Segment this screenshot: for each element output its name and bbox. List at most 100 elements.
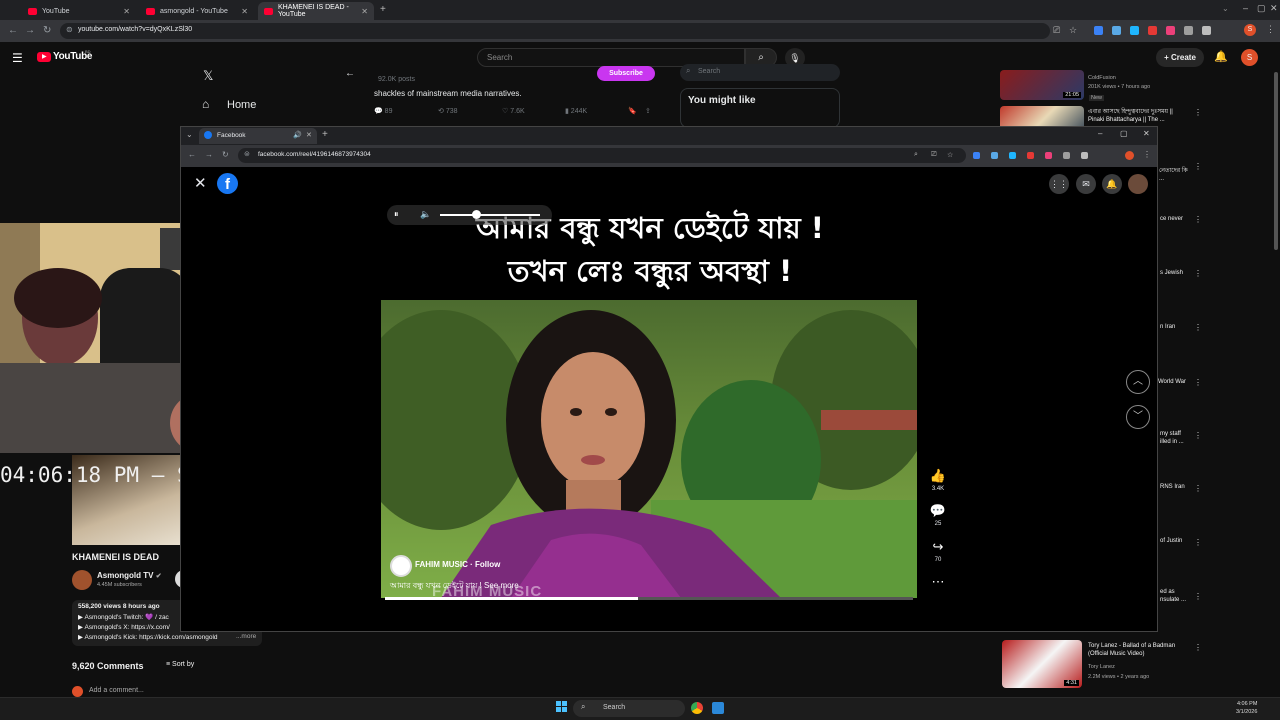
bookmark-star-icon[interactable]: ☆: [947, 151, 953, 159]
minimize-button[interactable]: –: [1098, 129, 1102, 138]
page-scrollbar[interactable]: [1274, 72, 1278, 250]
home-icon[interactable]: ⌂: [202, 97, 209, 111]
extension-icon[interactable]: [991, 152, 998, 159]
back-icon[interactable]: ←: [8, 25, 18, 36]
volume-slider-knob[interactable]: [472, 210, 481, 219]
profile-avatar[interactable]: S: [1244, 24, 1256, 36]
next-reel-icon[interactable]: ﹀: [1126, 405, 1150, 429]
browser-tab[interactable]: asmongold - YouTube ✕: [140, 2, 254, 20]
comment-icon[interactable]: 💬: [928, 503, 948, 519]
notifications-bell-icon[interactable]: 🔔: [1214, 50, 1228, 63]
video-thumbnail[interactable]: 4:31: [1002, 640, 1082, 688]
repost-count[interactable]: ⟲ 738: [438, 107, 458, 115]
zoom-icon[interactable]: ⌕: [914, 151, 918, 159]
taskbar-clock[interactable]: 4:06 PM 3/1/2026: [1236, 700, 1257, 716]
video-title[interactable]: ed as nsulate ...: [1160, 588, 1190, 604]
windows-start-icon[interactable]: [556, 701, 568, 713]
previous-reel-icon[interactable]: ︿: [1126, 370, 1150, 394]
profile-avatar[interactable]: [1125, 151, 1134, 160]
video-title[interactable]: n Iran: [1160, 323, 1175, 331]
reload-icon[interactable]: ↻: [222, 150, 229, 159]
forward-icon[interactable]: →: [205, 150, 213, 159]
more-options-icon[interactable]: ⋮: [1194, 215, 1202, 224]
create-button[interactable]: + Create: [1156, 48, 1204, 67]
maximize-button[interactable]: ▢: [1257, 3, 1266, 14]
cast-icon[interactable]: ⎚: [1053, 25, 1060, 36]
tab-search-icon[interactable]: ⌄: [186, 130, 193, 139]
bookmark-star-icon[interactable]: ☆: [1069, 25, 1077, 36]
extension-icon[interactable]: [1009, 152, 1016, 159]
back-icon[interactable]: ←: [188, 150, 196, 159]
subscribe-button[interactable]: Subscribe: [597, 66, 655, 81]
view-count[interactable]: ▮ 244K: [565, 107, 587, 115]
browser-tab[interactable]: YouTube ✕: [22, 2, 136, 20]
browser-menu-icon[interactable]: ⋮: [1266, 24, 1275, 35]
extension-icon[interactable]: [1112, 26, 1121, 35]
minimize-button[interactable]: –: [1243, 3, 1248, 13]
taskbar-search[interactable]: Search: [573, 700, 685, 717]
video-thumbnail[interactable]: 21:05: [1000, 70, 1084, 100]
video-title[interactable]: of Justin: [1160, 537, 1182, 545]
new-tab-button[interactable]: +: [322, 129, 328, 140]
fb-address-bar[interactable]: ⊜ facebook.com/reel/4196146873974304: [238, 148, 966, 163]
video-title[interactable]: RNS Iran: [1160, 483, 1185, 491]
menu-grid-icon[interactable]: ⋮⋮: [1049, 174, 1069, 194]
channel-avatar[interactable]: [72, 570, 92, 590]
forward-icon[interactable]: →: [25, 25, 35, 36]
pause-icon[interactable]: ⏸: [394, 209, 399, 220]
browser-tab-active[interactable]: KHAMENEI IS DEAD - YouTube ✕: [258, 2, 374, 20]
close-tab-icon[interactable]: ✕: [123, 7, 130, 16]
account-avatar[interactable]: S: [1241, 49, 1258, 66]
extension-icon[interactable]: [1094, 26, 1103, 35]
close-window-button[interactable]: ✕: [1270, 3, 1278, 14]
browser-menu-icon[interactable]: ⋮: [1143, 150, 1151, 159]
more-options-icon[interactable]: ⋮: [1194, 378, 1202, 387]
chrome-icon[interactable]: [691, 702, 703, 714]
channel-name[interactable]: Tory Lanez: [1088, 664, 1115, 670]
site-info-icon[interactable]: ⊜: [244, 150, 250, 158]
video-title[interactable]: Tory Lanez - Ballad of a Badman (Officia…: [1088, 642, 1192, 658]
site-info-icon[interactable]: ⊜: [66, 25, 73, 34]
video-title[interactable]: s Jewish: [1160, 269, 1183, 277]
more-options-icon[interactable]: ⋯: [928, 574, 948, 590]
tab-search-icon[interactable]: ⌄: [1222, 4, 1229, 13]
more-options-icon[interactable]: ⋮: [1194, 269, 1202, 278]
extension-icon[interactable]: [1166, 26, 1175, 35]
tab-audio-icon[interactable]: 🔊: [293, 131, 302, 139]
close-window-button[interactable]: ✕: [1143, 129, 1150, 138]
x-logo-icon[interactable]: 𝕏: [203, 68, 213, 84]
photos-app-icon[interactable]: [712, 702, 724, 714]
like-count[interactable]: ♡ 7.6K: [502, 107, 525, 115]
messenger-icon[interactable]: ✉: [1076, 174, 1096, 194]
fb-profile-avatar[interactable]: [1128, 174, 1148, 194]
facebook-logo-icon[interactable]: f: [217, 173, 238, 194]
more-options-icon[interactable]: ⋮: [1194, 431, 1202, 440]
author-avatar[interactable]: [390, 555, 412, 577]
share-icon[interactable]: ⇪: [645, 107, 651, 115]
follow-button[interactable]: Follow: [475, 560, 500, 569]
video-title[interactable]: ce never: [1160, 215, 1183, 223]
extension-icon[interactable]: [1148, 26, 1157, 35]
more-options-icon[interactable]: ⋮: [1194, 162, 1202, 171]
extension-icon[interactable]: [1027, 152, 1034, 159]
more-options-icon[interactable]: ⋮: [1194, 643, 1202, 652]
volume-slider[interactable]: [440, 214, 540, 216]
youtube-logo-icon[interactable]: ▶: [37, 52, 51, 62]
more-options-icon[interactable]: ⋮: [1194, 538, 1202, 547]
video-title[interactable]: নেতাদের কি ...: [1159, 167, 1191, 183]
channel-name[interactable]: Asmongold TV ✔: [97, 571, 162, 580]
close-tab-icon[interactable]: ✕: [361, 7, 368, 16]
extension-icon[interactable]: [1184, 26, 1193, 35]
x-search-input[interactable]: Search: [680, 64, 840, 81]
back-arrow-icon[interactable]: ←: [345, 68, 355, 79]
bookmark-icon[interactable]: 🔖: [628, 107, 637, 115]
extension-icon[interactable]: [1045, 152, 1052, 159]
new-tab-button[interactable]: +: [380, 4, 386, 15]
reel-author[interactable]: FAHIM MUSIC · Follow: [415, 560, 500, 569]
reel-video[interactable]: [381, 300, 917, 598]
extensions-puzzle-icon[interactable]: [1202, 26, 1211, 35]
channel-name[interactable]: ColdFusion: [1088, 75, 1116, 81]
show-more-link[interactable]: ...more: [236, 633, 256, 640]
share-icon[interactable]: ↪: [928, 539, 948, 555]
extensions-puzzle-icon[interactable]: [1081, 152, 1088, 159]
